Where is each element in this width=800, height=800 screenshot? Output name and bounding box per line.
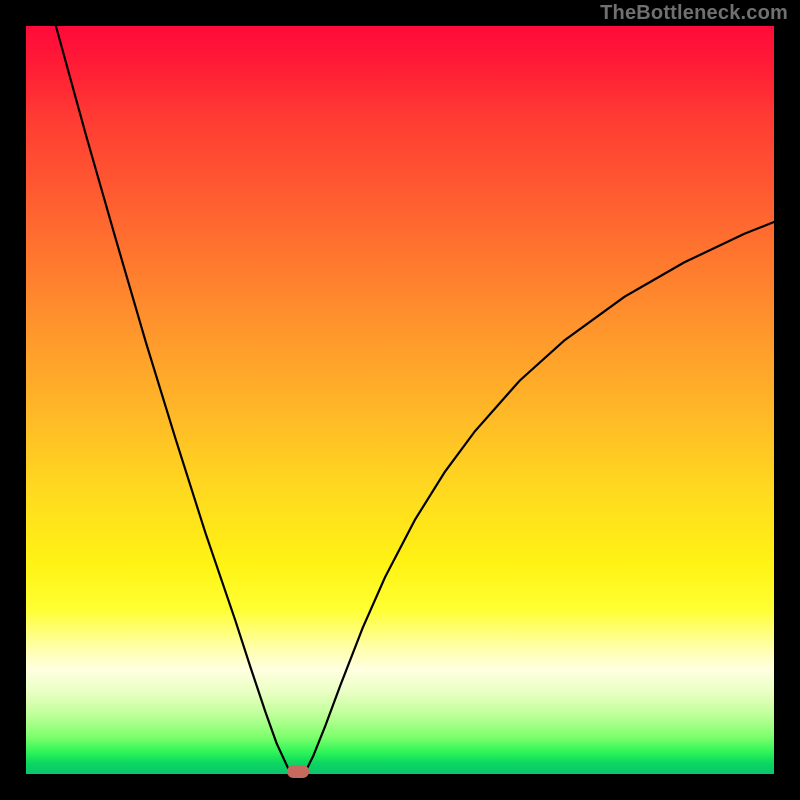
watermark-text: TheBottleneck.com: [600, 2, 788, 25]
chart-frame: [26, 26, 774, 774]
bottleneck-curve: [26, 26, 774, 774]
min-marker: [287, 765, 309, 778]
curve-right-branch: [304, 222, 774, 774]
curve-left-branch: [56, 26, 291, 774]
